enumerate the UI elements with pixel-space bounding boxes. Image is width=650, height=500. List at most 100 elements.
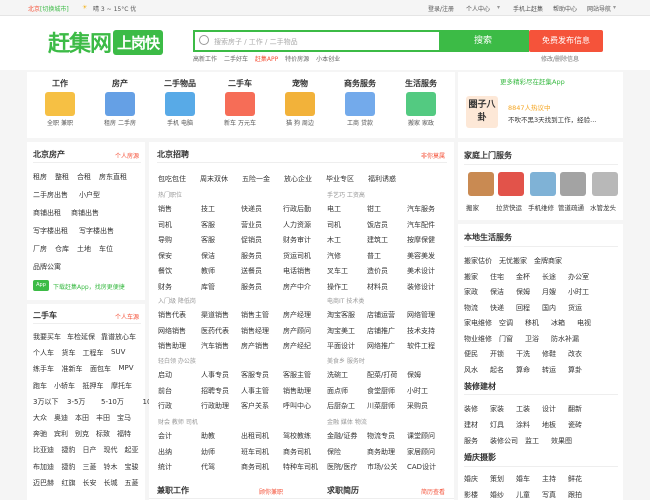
build-link[interactable]: 服务 [464, 436, 478, 446]
job-link[interactable]: 保安 [158, 251, 172, 261]
car-link[interactable]: 日产 [83, 445, 97, 455]
local-link[interactable]: 住宅 [490, 272, 504, 282]
search-box[interactable]: 搜索房子 / 工作 / 二手物品 搜索 [193, 30, 529, 52]
job-link[interactable]: 司机 [158, 220, 172, 230]
job-link[interactable]: 网络推广 [367, 341, 395, 351]
car-link[interactable]: 捷豹 [62, 445, 76, 455]
job-link[interactable]: 医药代表 [201, 326, 229, 336]
local-link[interactable]: 算卦 [568, 365, 582, 375]
build-link[interactable]: 工装 [516, 404, 530, 414]
job-link[interactable]: 技工 [201, 204, 215, 214]
job-link[interactable]: 软件工程 [407, 341, 435, 351]
category-subs[interactable]: 租房 二手房 [104, 120, 136, 127]
local-link[interactable]: 物业维修 [464, 334, 492, 344]
job-link[interactable]: 助教 [201, 431, 215, 441]
wedding-link[interactable]: 跟拍 [568, 490, 582, 500]
car-link[interactable]: 迈巴赫 [33, 478, 54, 488]
job-link[interactable]: 房产销售 [241, 341, 269, 351]
car-link[interactable]: 三菱 [83, 462, 97, 472]
local-link[interactable]: 干洗 [516, 349, 530, 359]
car-link[interactable]: 丰田 [96, 413, 110, 423]
job-link[interactable]: 客服主管 [283, 370, 311, 380]
job-link[interactable]: 饭店员 [367, 220, 388, 230]
local-link[interactable]: 小时工 [568, 287, 589, 297]
job-link[interactable]: 课堂顾问 [407, 431, 435, 441]
house-link[interactable]: 租房 [33, 172, 47, 182]
job-link[interactable]: 商务司机 [241, 462, 269, 472]
job-link[interactable]: 库管 [201, 282, 215, 292]
car-link[interactable]: 五菱 [125, 478, 139, 488]
job-tag[interactable]: 放心企业 [284, 174, 312, 184]
car-link[interactable]: 红旗 [62, 478, 76, 488]
category-subs[interactable]: 猫 狗 周边 [286, 120, 314, 127]
job-link[interactable]: 保险 [327, 447, 341, 457]
car-link[interactable]: SUV [111, 348, 125, 356]
local-link[interactable]: 移机 [525, 318, 539, 328]
local-link[interactable]: 防水补漏 [551, 334, 579, 344]
category-subs[interactable]: 搬家 家政 [408, 120, 434, 127]
job-link[interactable]: 操作工 [327, 282, 348, 292]
local-link[interactable]: 便民 [464, 349, 478, 359]
car-more-link[interactable]: 个人车源 [115, 312, 139, 321]
job-tag[interactable]: 包吃包住 [158, 174, 186, 184]
job-link[interactable]: 餐饮 [158, 266, 172, 276]
wedding-link[interactable]: 策划 [490, 474, 504, 484]
build-link[interactable]: 装修 [464, 404, 478, 414]
category-title[interactable]: 二手车 [210, 78, 270, 89]
car-link[interactable]: 工程车 [83, 348, 104, 358]
search-button[interactable]: 搜索 [439, 32, 527, 50]
job-link[interactable]: 小时工 [407, 386, 428, 396]
job-link[interactable]: 货运司机 [283, 251, 311, 261]
category-subs[interactable]: 新车 万元车 [224, 120, 256, 127]
job-link[interactable]: 财务审计 [283, 235, 311, 245]
job-link[interactable]: 网络销售 [158, 326, 186, 336]
local-link[interactable]: 搬家估价 [464, 256, 492, 266]
local-link[interactable]: 无忧搬家 [499, 256, 527, 266]
house-link[interactable]: 合租 [77, 172, 91, 182]
job-link[interactable]: 统计 [158, 462, 172, 472]
job-tag[interactable]: 福利诱惑 [368, 174, 396, 184]
category-0[interactable]: 工作 全职 兼职 [30, 78, 90, 127]
local-link[interactable]: 物流 [464, 303, 478, 313]
job-link[interactable]: 医院/医疗 [327, 462, 357, 472]
job-link[interactable]: 促销员 [241, 235, 262, 245]
job-link[interactable]: 客服 [201, 235, 215, 245]
job-link[interactable]: 行政后勤 [283, 204, 311, 214]
local-link[interactable]: 算命 [516, 365, 530, 375]
house-link[interactable]: 商铺出租 [33, 208, 61, 218]
parttime-more-link[interactable]: 顾你兼职 [259, 487, 283, 496]
car-link[interactable]: 长安 [83, 478, 97, 488]
car-title[interactable]: 二手车 [33, 310, 57, 321]
car-link[interactable]: 摩托车 [111, 381, 132, 391]
job-link[interactable]: 食堂厨师 [367, 386, 395, 396]
job-link[interactable]: 服务员 [241, 251, 262, 261]
job-link[interactable]: 导购 [158, 235, 172, 245]
house-link[interactable]: 厂房 [33, 244, 47, 254]
house-link[interactable]: 土地 [77, 244, 91, 254]
job-link[interactable]: 班车司机 [241, 447, 269, 457]
build-link[interactable]: 翻新 [568, 404, 582, 414]
local-link[interactable]: 转运 [542, 365, 556, 375]
local-title[interactable]: 本地生活服务 [464, 232, 512, 243]
category-2[interactable]: 二手物品 手机 电脑 [150, 78, 210, 127]
job-link[interactable]: 出租司机 [241, 431, 269, 441]
car-link[interactable]: 跑车 [33, 381, 47, 391]
car-link[interactable]: 小轿车 [54, 381, 75, 391]
job-link[interactable]: 电工 [327, 204, 341, 214]
category-subs[interactable]: 全职 兼职 [47, 120, 73, 127]
wedding-link[interactable]: 影楼 [464, 490, 478, 500]
category-title[interactable]: 宠物 [270, 78, 330, 89]
car-link[interactable]: 铃木 [104, 462, 118, 472]
house-more-link[interactable]: 个人房源 [115, 151, 139, 160]
car-link[interactable]: 3万以下 [33, 397, 58, 407]
job-link[interactable]: 平面设计 [327, 341, 355, 351]
job-link[interactable]: 会计 [158, 431, 172, 441]
category-title[interactable]: 商务服务 [330, 78, 390, 89]
job-link[interactable]: 美容美发 [407, 251, 435, 261]
job-tag[interactable]: 五险一金 [242, 174, 270, 184]
parttime-title[interactable]: 兼职工作 [157, 485, 189, 496]
wedding-title[interactable]: 婚庆摄影 [464, 452, 496, 463]
car-link[interactable]: 准新车 [62, 364, 83, 374]
car-link[interactable]: 3-5万 [67, 397, 85, 407]
category-title[interactable]: 房产 [90, 78, 150, 89]
